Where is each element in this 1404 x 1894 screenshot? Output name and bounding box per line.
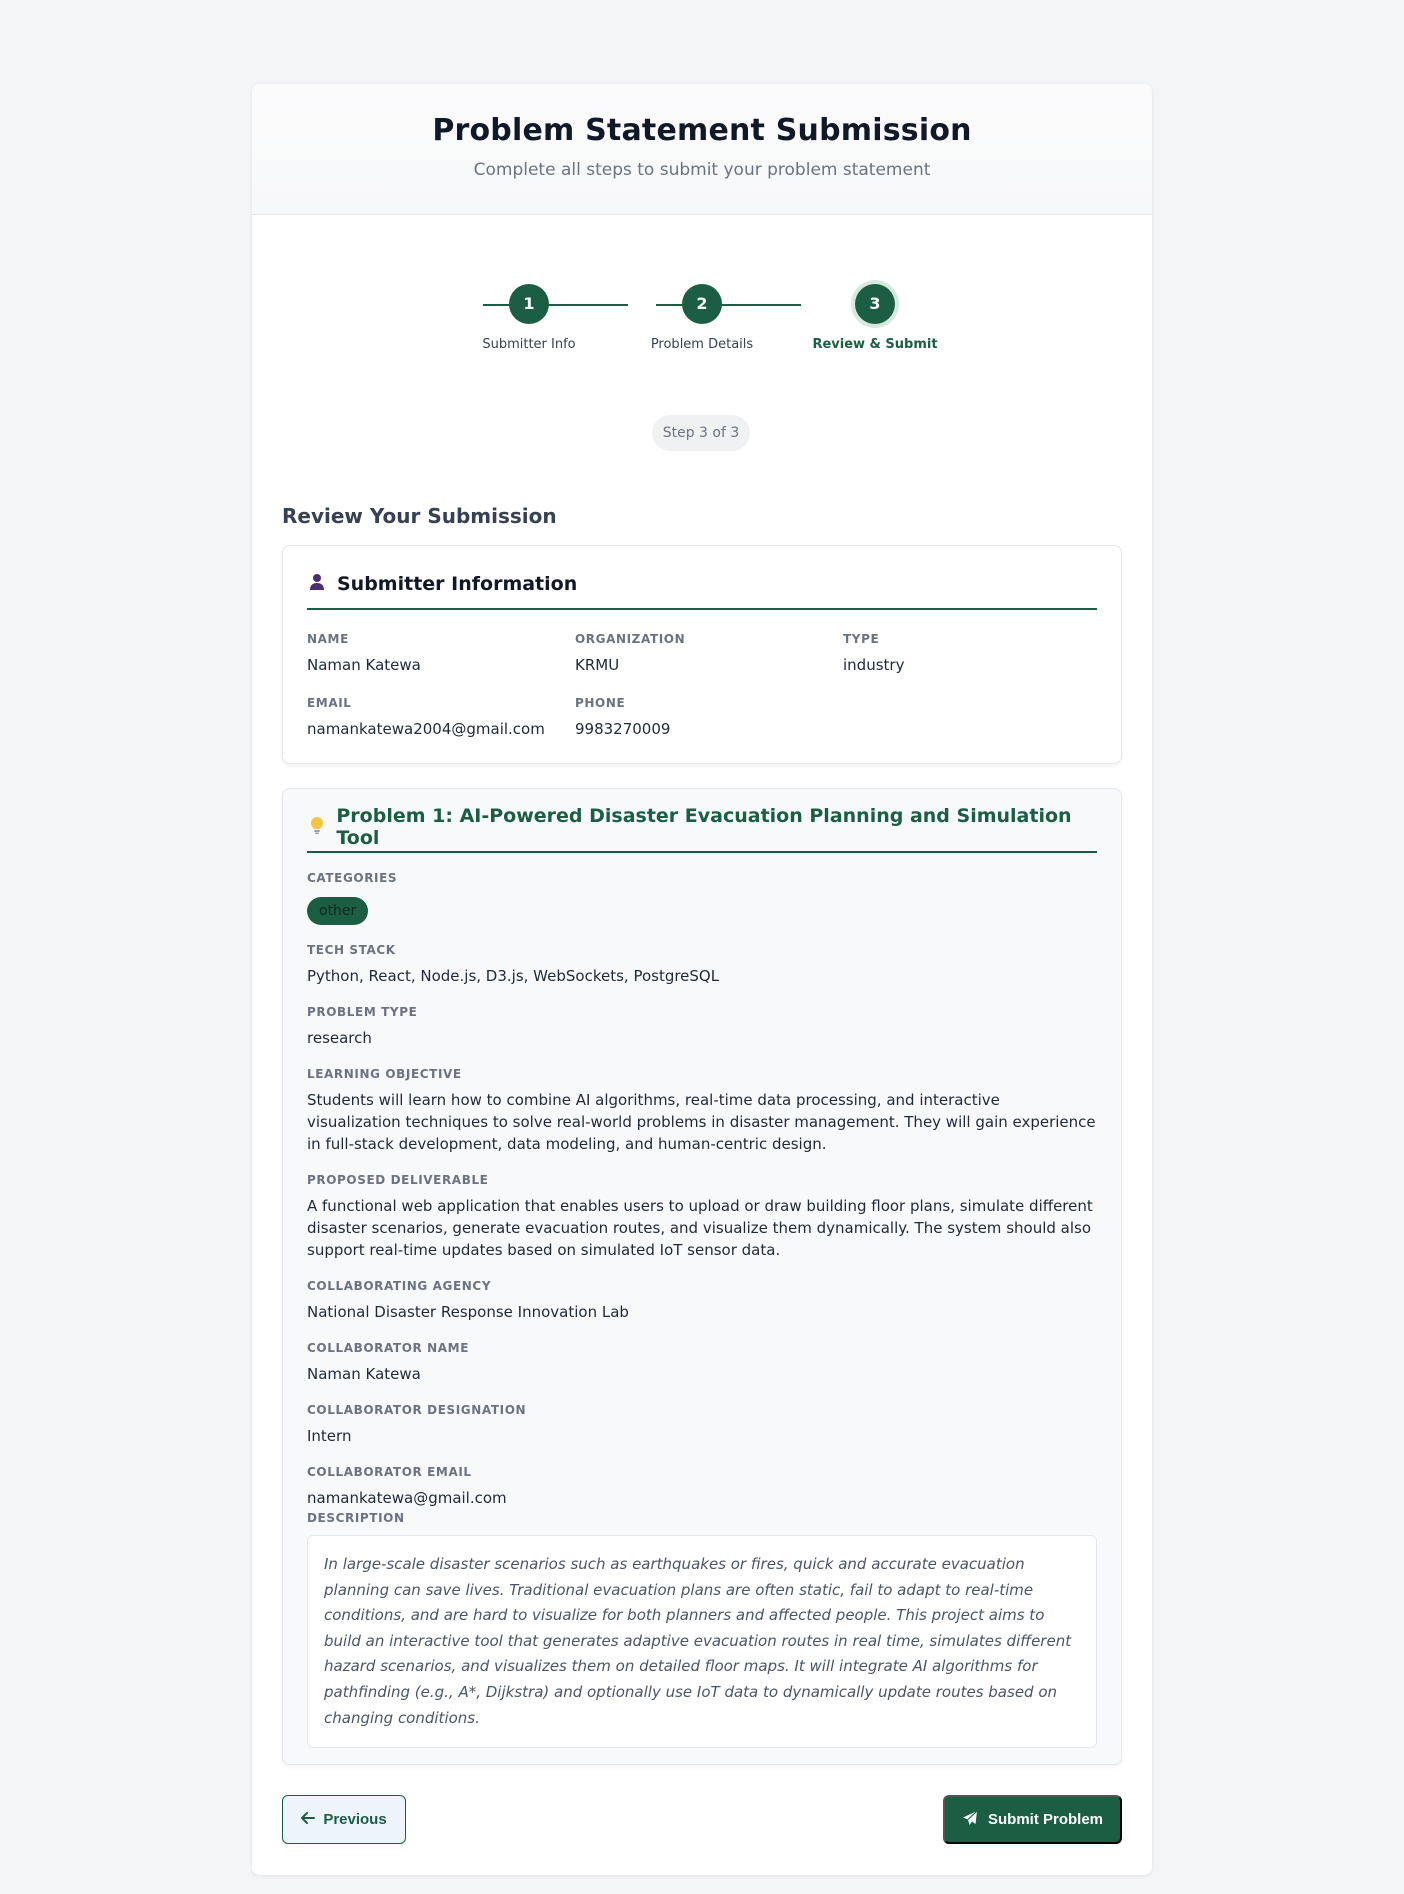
name-field: Name Naman Katewa [307, 632, 575, 676]
phone-value: 9983270009 [575, 720, 671, 738]
problem-title: Problem 1: AI-Powered Disaster Evacuatio… [336, 805, 1072, 849]
collaborator-email-field: Collaborator Email namankatewa@gmail.com [307, 1465, 1097, 1509]
step-3[interactable]: 3 Review & Submit [805, 284, 945, 352]
name-label: Name [307, 632, 349, 646]
review-section-title: Review Your Submission [282, 504, 557, 528]
categories-label: Categories [307, 871, 398, 885]
page-title: Problem Statement Submission [432, 113, 972, 148]
page-subtitle: Complete all steps to submit your proble… [473, 160, 931, 180]
collaborator-designation-field: Collaborator Designation Intern [307, 1403, 1097, 1447]
collaborator-designation-value: Intern [307, 1427, 352, 1445]
description-label: Description [307, 1511, 405, 1525]
learning-objective-field: Learning Objective Students will learn h… [307, 1067, 1097, 1155]
paper-plane-icon [962, 1810, 978, 1830]
email-value: namankatewa2004@gmail.com [307, 720, 545, 738]
stepper: 1 Submitter Info 2 Problem Details 3 Rev… [252, 284, 1152, 364]
learning-objective-label: Learning Objective [307, 1067, 462, 1081]
type-value: industry [843, 656, 905, 674]
submitter-info-heading: Submitter Information [307, 546, 1097, 610]
type-label: Type [843, 632, 880, 646]
email-field: Email namankatewa2004@gmail.com [307, 696, 575, 740]
step-1-label: Submitter Info [482, 337, 576, 352]
problem-type-label: Problem Type [307, 1005, 418, 1019]
tech-stack-label: Tech Stack [307, 943, 396, 957]
problem-box: Problem 1: AI-Powered Disaster Evacuatio… [282, 788, 1122, 1765]
collaborating-agency-value: National Disaster Response Innovation La… [307, 1303, 629, 1321]
submit-label: Submit Problem [987, 1811, 1103, 1828]
submission-card: Problem Statement Submission Complete al… [252, 84, 1152, 1875]
problem-type-value: research [307, 1029, 372, 1047]
card-header: Problem Statement Submission Complete al… [252, 84, 1152, 215]
submit-problem-button[interactable]: Submit Problem [943, 1795, 1122, 1844]
problem-heading: Problem 1: AI-Powered Disaster Evacuatio… [307, 789, 1097, 853]
collaborating-agency-field: Collaborating Agency National Disaster R… [307, 1279, 1097, 1323]
step-1[interactable]: 1 Submitter Info [459, 284, 599, 352]
description-box: In large-scale disaster scenarios such a… [307, 1535, 1097, 1749]
collaborator-email-value: namankatewa@gmail.com [307, 1489, 507, 1507]
lightbulb-icon [307, 816, 326, 839]
organization-value: KRMU [575, 656, 620, 674]
problem-type-field: Problem Type research [307, 1005, 1097, 1049]
step-3-circle: 3 [855, 284, 895, 324]
proposed-deliverable-field: Proposed Deliverable A functional web ap… [307, 1173, 1097, 1261]
organization-label: Organization [575, 632, 686, 646]
step-2-circle: 2 [682, 284, 722, 324]
collaborating-agency-label: Collaborating Agency [307, 1279, 492, 1293]
tech-stack-field: Tech Stack Python, React, Node.js, D3.js… [307, 943, 1097, 987]
user-icon [307, 573, 327, 595]
tech-stack-value: Python, React, Node.js, D3.js, WebSocket… [307, 967, 720, 985]
previous-label: Previous [323, 1811, 387, 1828]
arrow-left-icon [301, 1811, 316, 1828]
step-2[interactable]: 2 Problem Details [632, 284, 772, 352]
learning-objective-value: Students will learn how to combine AI al… [307, 1091, 1096, 1153]
phone-label: Phone [575, 696, 626, 710]
proposed-deliverable-label: Proposed Deliverable [307, 1173, 489, 1187]
description-field: Description In large-scale disaster scen… [307, 1511, 1097, 1749]
submitter-info-title: Submitter Information [337, 573, 578, 595]
categories-field: Categories other [307, 871, 1097, 925]
email-label: Email [307, 696, 352, 710]
submitter-fields: Name Naman Katewa Organization KRMU Type… [307, 610, 1097, 740]
collaborator-email-label: Collaborator Email [307, 1465, 472, 1479]
step-progress-pill: Step 3 of 3 [652, 415, 750, 451]
proposed-deliverable-value: A functional web application that enable… [307, 1197, 1093, 1259]
collaborator-designation-label: Collaborator Designation [307, 1403, 527, 1417]
step-1-circle: 1 [509, 284, 549, 324]
submitter-info-box: Submitter Information Name Naman Katewa … [282, 545, 1122, 764]
previous-button[interactable]: Previous [282, 1795, 406, 1844]
phone-field: Phone 9983270009 [575, 696, 843, 740]
collaborator-name-value: Naman Katewa [307, 1365, 421, 1383]
name-value: Naman Katewa [307, 656, 421, 674]
organization-field: Organization KRMU [575, 632, 843, 676]
step-2-label: Problem Details [650, 337, 754, 352]
type-field: Type industry [843, 632, 1111, 676]
collaborator-name-label: Collaborator Name [307, 1341, 470, 1355]
step-3-label: Review & Submit [812, 337, 938, 352]
category-tag: other [307, 897, 369, 925]
collaborator-name-field: Collaborator Name Naman Katewa [307, 1341, 1097, 1385]
